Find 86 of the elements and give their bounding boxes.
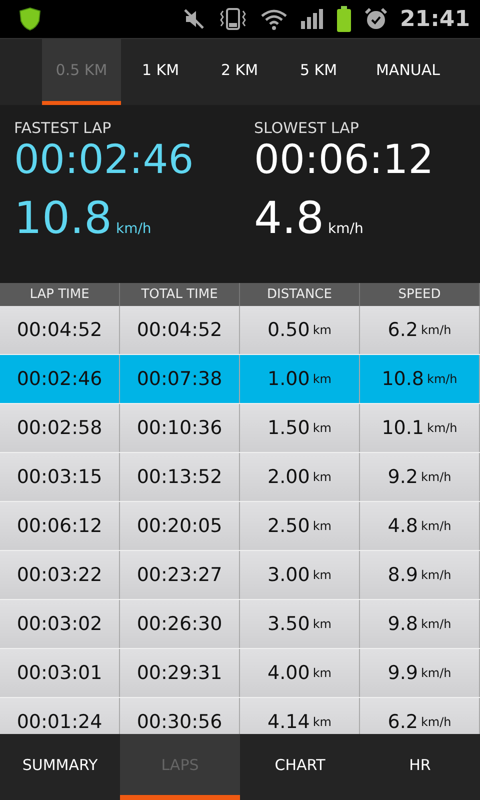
status-time: 21:41 [400, 6, 470, 32]
distance-cell: 0.50 [268, 319, 310, 341]
speed-unit: km/h [427, 421, 458, 435]
distance-cell: 3.50 [268, 613, 310, 635]
distance-unit: km [312, 568, 332, 582]
speed-cell: 9.2 [388, 466, 418, 488]
total-time-cell: 00:20:05 [136, 515, 222, 537]
lap-time-cell: 00:03:02 [16, 613, 102, 635]
distance-cell: 3.00 [268, 564, 310, 586]
distance-cell: 2.00 [268, 466, 310, 488]
speed-value: 10.8 [14, 193, 112, 244]
distance-unit: km [312, 617, 332, 631]
lap-time-value: 00:02:46 [14, 137, 195, 183]
lap-time-cell: 00:03:22 [16, 564, 102, 586]
distance-unit: km [312, 421, 332, 435]
speed-cell: 6.2 [388, 319, 418, 341]
battery-icon [336, 6, 352, 32]
speed-unit: km/h [420, 470, 452, 484]
mute-icon [182, 7, 206, 31]
lap-time-cell: 00:06:12 [16, 515, 102, 537]
speed-cell: 9.9 [388, 662, 418, 684]
lap-row[interactable]: 00:01:24 00:30:56 4.14 km 6.2 km/h [0, 698, 480, 734]
lap-time-cell: 00:02:46 [16, 368, 102, 390]
distance-cell: 1.00 [268, 368, 310, 390]
lap-row[interactable]: 00:03:02 00:26:30 3.50 km 9.8 km/h [0, 600, 480, 649]
speed-cell: 9.8 [388, 613, 418, 635]
speed-unit: km/h [420, 666, 452, 680]
distance-cell: 4.14 [268, 711, 310, 733]
distance-unit: km [312, 519, 332, 533]
distance-cell: 2.50 [268, 515, 310, 537]
total-time-cell: 00:26:30 [136, 613, 222, 635]
speed-cell: 6.2 [388, 711, 418, 733]
total-time-cell: 00:07:38 [136, 368, 222, 390]
distance-tab[interactable]: 1 KM [121, 39, 200, 105]
lap-row[interactable]: 00:04:52 00:04:52 0.50 km 6.2 km/h [0, 306, 480, 355]
lap-time-cell: 00:04:52 [16, 319, 102, 341]
total-time-cell: 00:23:27 [136, 564, 222, 586]
distance-tab[interactable]: MANUAL [358, 39, 458, 105]
lap-time-cell: 00:03:15 [16, 466, 102, 488]
speed-unit: km/h [116, 221, 152, 237]
lap-row[interactable]: 00:03:01 00:29:31 4.00 km 9.9 km/h [0, 649, 480, 698]
speed-unit: km/h [420, 519, 452, 533]
distance-tab[interactable]: 2 KM [200, 39, 279, 105]
distance-unit: km [312, 372, 332, 386]
speed-cell: 10.8 [382, 368, 424, 390]
speed-unit: km/h [420, 715, 452, 729]
speed-unit: km/h [420, 617, 452, 631]
bottom-tab[interactable]: SUMMARY [0, 734, 120, 800]
speed-cell: 10.1 [382, 417, 424, 439]
lap-row[interactable]: 00:06:12 00:20:05 2.50 km 4.8 km/h [0, 502, 480, 551]
distance-cell: 1.50 [268, 417, 310, 439]
lap-row[interactable]: 00:02:46 00:07:38 1.00 km 10.8 km/h [0, 355, 480, 404]
total-time-cell: 00:13:52 [136, 466, 222, 488]
speed-unit: km/h [420, 323, 452, 337]
lap-time-value: 00:06:12 [254, 137, 435, 183]
lap-time-cell: 00:02:58 [16, 417, 102, 439]
wifi-icon [260, 7, 288, 31]
distance-unit: km [312, 323, 332, 337]
vibrate-icon [218, 7, 248, 31]
distance-tab[interactable]: 5 KM [279, 39, 358, 105]
speed-unit: km/h [427, 372, 458, 386]
lap-time-cell: 00:01:24 [16, 711, 102, 733]
alarm-icon [364, 7, 388, 31]
summary-label: FASTEST LAP [14, 119, 112, 137]
distance-unit: km [312, 715, 332, 729]
bottom-tab[interactable]: CHART [240, 734, 360, 800]
distance-cell: 4.00 [268, 662, 310, 684]
distance-unit: km [312, 666, 332, 680]
signal-icon [300, 7, 324, 31]
total-time-cell: 00:10:36 [136, 417, 222, 439]
speed-value: 4.8 [254, 193, 324, 244]
bottom-tab[interactable]: HR [360, 734, 480, 800]
speed-unit: km/h [328, 221, 364, 237]
speed-unit: km/h [420, 568, 452, 582]
distance-unit: km [312, 470, 332, 484]
lap-row[interactable]: 00:03:22 00:23:27 3.00 km 8.9 km/h [0, 551, 480, 600]
total-time-cell: 00:30:56 [136, 711, 222, 733]
speed-cell: 8.9 [388, 564, 418, 586]
summary-label: SLOWEST LAP [254, 119, 360, 137]
lap-row[interactable]: 00:02:58 00:10:36 1.50 km 10.1 km/h [0, 404, 480, 453]
total-time-cell: 00:04:52 [136, 319, 222, 341]
lap-row[interactable]: 00:03:15 00:13:52 2.00 km 9.2 km/h [0, 453, 480, 502]
lap-time-cell: 00:03:01 [16, 662, 102, 684]
total-time-cell: 00:29:31 [136, 662, 222, 684]
shield-app-icon [18, 7, 42, 31]
speed-cell: 4.8 [388, 515, 418, 537]
